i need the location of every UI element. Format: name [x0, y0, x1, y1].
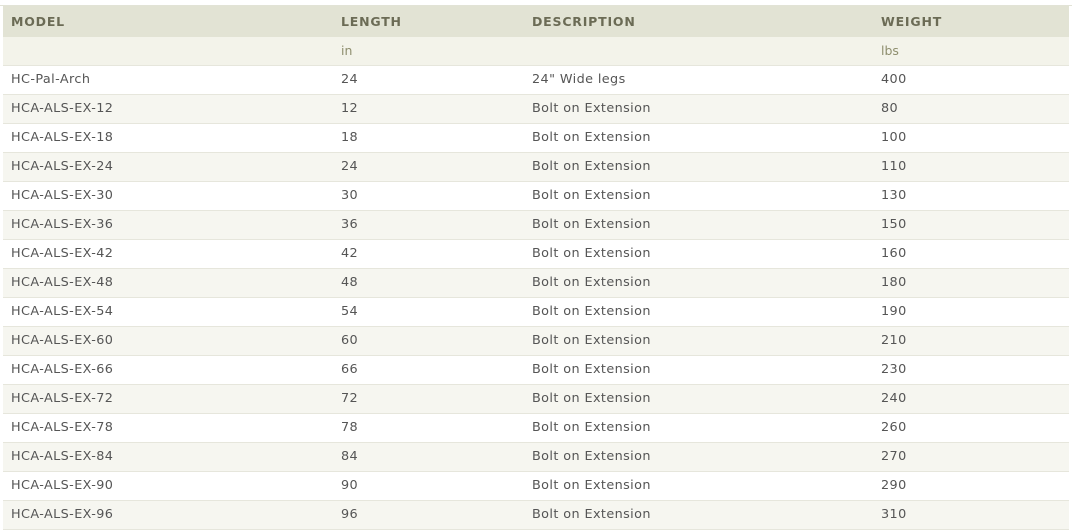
cell-weight: 270	[873, 442, 1069, 472]
cell-weight: 210	[873, 326, 1069, 356]
cell-weight: 100	[873, 123, 1069, 153]
cell-description: 24" Wide legs	[524, 65, 873, 95]
cell-length: 48	[333, 268, 524, 298]
cell-length: 66	[333, 355, 524, 385]
cell-model: HCA-ALS-EX-60	[3, 326, 333, 356]
cell-description: Bolt on Extension	[524, 297, 873, 327]
cell-description: Bolt on Extension	[524, 471, 873, 501]
table-row: HCA-ALS-EX-36 36 Bolt on Extension 150	[3, 210, 1069, 240]
cell-weight: 110	[873, 152, 1069, 182]
cell-model: HCA-ALS-EX-42	[3, 239, 333, 269]
unit-model	[3, 37, 333, 66]
cell-weight: 150	[873, 210, 1069, 240]
table-row: HCA-ALS-EX-96 96 Bolt on Extension 310	[3, 500, 1069, 530]
cell-length: 24	[333, 152, 524, 182]
cell-description: Bolt on Extension	[524, 413, 873, 443]
cell-length: 12	[333, 94, 524, 124]
cell-model: HCA-ALS-EX-72	[3, 384, 333, 414]
cell-length: 24	[333, 65, 524, 95]
cell-description: Bolt on Extension	[524, 210, 873, 240]
column-header-weight: WEIGHT	[873, 6, 1069, 37]
cell-description: Bolt on Extension	[524, 181, 873, 211]
cell-description: Bolt on Extension	[524, 384, 873, 414]
cell-model: HCA-ALS-EX-96	[3, 500, 333, 530]
cell-length: 18	[333, 123, 524, 153]
unit-description	[524, 37, 873, 66]
cell-model: HCA-ALS-EX-90	[3, 471, 333, 501]
table-row: HCA-ALS-EX-84 84 Bolt on Extension 270	[3, 442, 1069, 472]
cell-length: 84	[333, 442, 524, 472]
cell-weight: 400	[873, 65, 1069, 95]
cell-length: 96	[333, 500, 524, 530]
cell-model: HCA-ALS-EX-18	[3, 123, 333, 153]
cell-weight: 240	[873, 384, 1069, 414]
table-row: HCA-ALS-EX-42 42 Bolt on Extension 160	[3, 239, 1069, 269]
table-row: HCA-ALS-EX-18 18 Bolt on Extension 100	[3, 123, 1069, 153]
table-units-row: in lbs	[3, 37, 1069, 66]
cell-description: Bolt on Extension	[524, 500, 873, 530]
column-header-description: DESCRIPTION	[524, 6, 873, 37]
table-row: HCA-ALS-EX-54 54 Bolt on Extension 190	[3, 297, 1069, 327]
column-header-model: MODEL	[3, 6, 333, 37]
cell-length: 90	[333, 471, 524, 501]
cell-model: HCA-ALS-EX-78	[3, 413, 333, 443]
cell-model: HCA-ALS-EX-30	[3, 181, 333, 211]
cell-model: HCA-ALS-EX-54	[3, 297, 333, 327]
cell-length: 42	[333, 239, 524, 269]
cell-model: HCA-ALS-EX-48	[3, 268, 333, 298]
table-row: HC-Pal-Arch 24 24" Wide legs 400	[3, 65, 1069, 95]
cell-model: HCA-ALS-EX-12	[3, 94, 333, 124]
table-row: HCA-ALS-EX-78 78 Bolt on Extension 260	[3, 413, 1069, 443]
cell-length: 60	[333, 326, 524, 356]
table-row: HCA-ALS-EX-12 12 Bolt on Extension 80	[3, 94, 1069, 124]
spec-table-container: MODEL LENGTH DESCRIPTION WEIGHT in lbs H…	[0, 0, 1072, 530]
cell-model: HCA-ALS-EX-66	[3, 355, 333, 385]
cell-weight: 160	[873, 239, 1069, 269]
table-body: HC-Pal-Arch 24 24" Wide legs 400 HCA-ALS-EX-…	[3, 65, 1069, 530]
cell-weight: 290	[873, 471, 1069, 501]
unit-weight: lbs	[873, 37, 1069, 66]
cell-description: Bolt on Extension	[524, 94, 873, 124]
cell-weight: 80	[873, 94, 1069, 124]
cell-description: Bolt on Extension	[524, 326, 873, 356]
table-row: HCA-ALS-EX-24 24 Bolt on Extension 110	[3, 152, 1069, 182]
cell-description: Bolt on Extension	[524, 355, 873, 385]
cell-description: Bolt on Extension	[524, 239, 873, 269]
column-header-length: LENGTH	[333, 6, 524, 37]
table-row: HCA-ALS-EX-60 60 Bolt on Extension 210	[3, 326, 1069, 356]
cell-weight: 310	[873, 500, 1069, 530]
cell-description: Bolt on Extension	[524, 442, 873, 472]
cell-weight: 130	[873, 181, 1069, 211]
cell-model: HCA-ALS-EX-24	[3, 152, 333, 182]
cell-weight: 190	[873, 297, 1069, 327]
table-row: HCA-ALS-EX-90 90 Bolt on Extension 290	[3, 471, 1069, 501]
table-row: HCA-ALS-EX-30 30 Bolt on Extension 130	[3, 181, 1069, 211]
cell-length: 36	[333, 210, 524, 240]
cell-length: 54	[333, 297, 524, 327]
table-row: HCA-ALS-EX-66 66 Bolt on Extension 230	[3, 355, 1069, 385]
cell-length: 78	[333, 413, 524, 443]
cell-weight: 260	[873, 413, 1069, 443]
spec-table: MODEL LENGTH DESCRIPTION WEIGHT in lbs H…	[3, 6, 1069, 530]
table-row: HCA-ALS-EX-72 72 Bolt on Extension 240	[3, 384, 1069, 414]
cell-length: 30	[333, 181, 524, 211]
cell-weight: 230	[873, 355, 1069, 385]
cell-model: HCA-ALS-EX-36	[3, 210, 333, 240]
cell-description: Bolt on Extension	[524, 152, 873, 182]
cell-weight: 180	[873, 268, 1069, 298]
cell-length: 72	[333, 384, 524, 414]
cell-description: Bolt on Extension	[524, 268, 873, 298]
table-row: HCA-ALS-EX-48 48 Bolt on Extension 180	[3, 268, 1069, 298]
cell-model: HC-Pal-Arch	[3, 65, 333, 95]
unit-length: in	[333, 37, 524, 66]
cell-description: Bolt on Extension	[524, 123, 873, 153]
cell-model: HCA-ALS-EX-84	[3, 442, 333, 472]
table-header-row: MODEL LENGTH DESCRIPTION WEIGHT	[3, 6, 1069, 37]
